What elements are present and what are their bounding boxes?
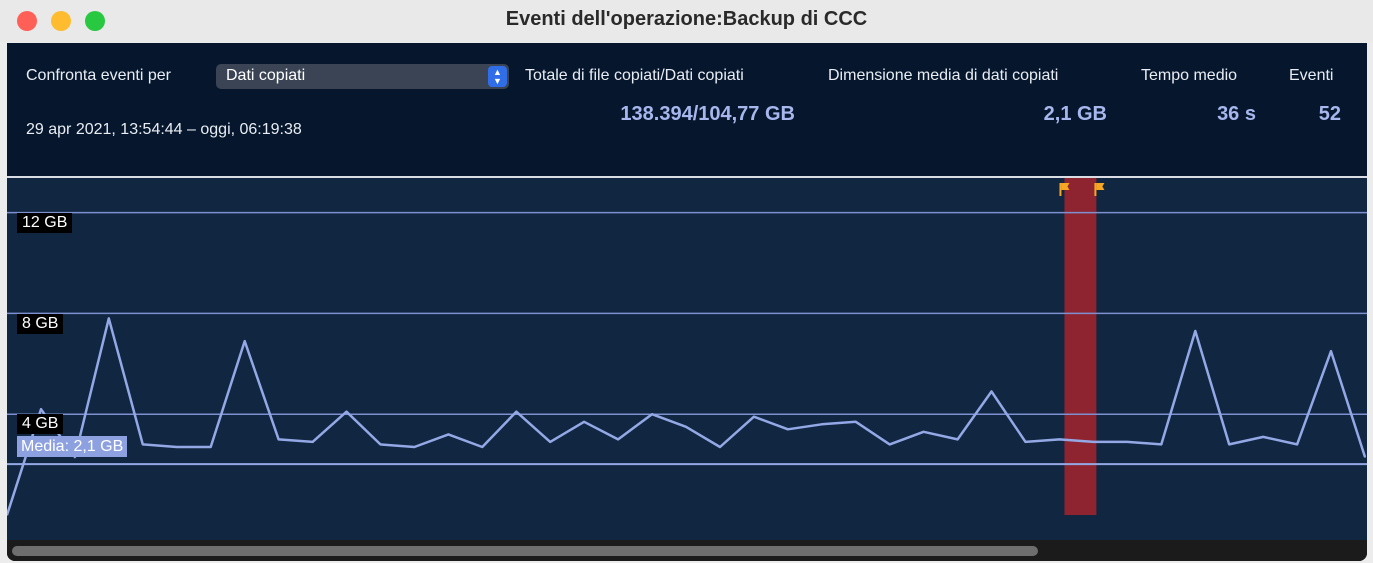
data-point (413, 446, 416, 448)
data-series-line (7, 317, 1367, 516)
chart-svg (7, 178, 1367, 516)
data-point (1364, 456, 1366, 458)
data-point (990, 390, 993, 393)
data-point (1058, 438, 1061, 441)
data-point (685, 426, 687, 428)
compare-select-value: Dati copiati (226, 67, 306, 84)
data-point (447, 433, 450, 436)
data-point (956, 438, 959, 441)
data-point (515, 410, 518, 413)
data-point (651, 413, 653, 415)
compare-label: Confronta eventi per (26, 67, 171, 84)
data-point (311, 441, 314, 443)
stat-value-average-time: 36 s (1217, 103, 1256, 125)
scrollbar-thumb[interactable] (12, 546, 1038, 556)
data-point (1092, 441, 1095, 443)
data-point (1296, 443, 1298, 446)
stat-label-average-size: Dimensione media di dati copiati (828, 67, 1059, 84)
data-point (1024, 441, 1027, 443)
stat-label-events: Eventi (1289, 67, 1334, 84)
average-label: Media: 2,1 GB (17, 436, 128, 457)
data-point (345, 410, 348, 413)
stat-label-average-time: Tempo medio (1141, 67, 1238, 84)
date-range: 29 apr 2021, 13:54:44 – oggi, 06:19:38 (26, 121, 302, 138)
data-point (40, 408, 42, 410)
events-chart[interactable]: 12 GB 8 GB 4 GB Media: 2,1 GB (7, 178, 1367, 540)
data-point (854, 420, 857, 423)
data-point (481, 446, 484, 448)
stat-label-total-files: Totale di file copiati/Dati copiati (525, 67, 744, 84)
data-point (1330, 350, 1332, 352)
data-point (1262, 436, 1264, 438)
data-point (922, 431, 925, 433)
data-point (821, 423, 823, 426)
data-point (175, 446, 178, 448)
data-point (1160, 443, 1163, 446)
data-point (108, 317, 110, 320)
data-point (142, 443, 144, 446)
title-bar: Eventi dell'operazione:Backup di CCC (0, 0, 1373, 42)
data-point (277, 438, 280, 441)
events-panel: Confronta eventi per Dati copiati ▲ ▼ 29 … (7, 43, 1367, 561)
horizontal-scrollbar[interactable] (7, 540, 1367, 561)
data-point (617, 438, 619, 441)
data-point (549, 441, 551, 443)
data-point (583, 420, 585, 423)
data-point (209, 446, 212, 448)
flag-icon (1094, 183, 1105, 196)
data-point (1194, 330, 1197, 332)
y-tick-label-8gb: 8 GB (17, 314, 64, 334)
stats-header: Confronta eventi per Dati copiati ▲ ▼ 29 … (7, 43, 1367, 176)
stat-value-total-files: 138.394/104,77 GB (620, 103, 795, 125)
data-point (1126, 441, 1129, 443)
stat-value-average-size: 2,1 GB (1043, 103, 1107, 125)
compare-select[interactable]: Dati copiati ▲ ▼ (216, 64, 509, 89)
data-point (787, 428, 789, 431)
app-window: Eventi dell'operazione:Backup di CCC Con… (0, 0, 1373, 563)
updown-chevron-icon: ▲ ▼ (488, 66, 507, 87)
data-point (1228, 443, 1230, 446)
data-point (888, 443, 891, 446)
data-point (379, 443, 382, 446)
stat-value-events: 52 (1318, 103, 1341, 125)
data-point (753, 415, 755, 418)
window-title: Eventi dell'operazione:Backup di CCC (505, 8, 868, 30)
data-point (719, 446, 721, 448)
y-tick-label-4gb: 4 GB (17, 414, 64, 434)
data-point (243, 340, 246, 342)
y-tick-label-12gb: 12 GB (17, 213, 73, 233)
